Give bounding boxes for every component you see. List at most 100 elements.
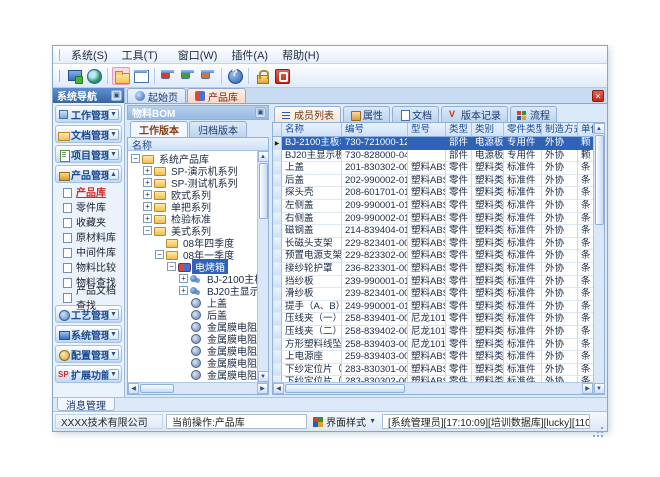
tree-vertical-scrollbar[interactable]: ▲ ▼: [257, 151, 268, 382]
table-row[interactable]: 左侧盖209-990001-01X塑料ABS零件塑料类标准件外协条: [273, 200, 593, 213]
sidebar-item-8[interactable]: 产品文档查找: [53, 290, 124, 303]
collapse-icon[interactable]: −: [131, 154, 140, 163]
folder-open-icon[interactable]: [112, 67, 130, 85]
table-row[interactable]: 接纱轮护罩236-823301-00X塑料ABS零件塑料类标准件外协条: [273, 263, 593, 276]
sidebar-item-6[interactable]: 物料比较: [53, 260, 124, 273]
tree-node[interactable]: 金属膜电阻器: [128, 380, 257, 382]
table-row[interactable]: 提手（A、B）249-990001-01X塑料ABS零件塑料类标准件外协条: [273, 301, 593, 314]
menu-grip[interactable]: [57, 49, 60, 61]
sidebar-item-4[interactable]: 原材料库: [53, 230, 124, 243]
column-header-3[interactable]: 型号: [408, 123, 446, 137]
table-row[interactable]: 下纱定位片（左）283-830301-00X塑料ABS零件塑料类标准件外协条: [273, 364, 593, 377]
bom-tab-1[interactable]: 工作版本: [130, 121, 188, 137]
sidebar-group-2[interactable]: 文档管理▼: [55, 125, 122, 143]
help-icon[interactable]: [226, 67, 244, 85]
chevron-down-icon[interactable]: ▼: [108, 369, 119, 380]
sidebar-item-2[interactable]: 零件库: [53, 200, 124, 213]
scroll-left-icon[interactable]: ◀: [128, 383, 139, 394]
tab-message-manager[interactable]: 消息管理: [57, 398, 115, 411]
tree-horizontal-scrollbar[interactable]: ◀ ▶: [128, 382, 268, 394]
scroll-up-icon[interactable]: ▲: [594, 123, 605, 134]
sidebar-group-1[interactable]: 工作管理▼: [55, 105, 122, 123]
bom-panel-menu-button[interactable]: ▣: [255, 107, 266, 118]
table-row[interactable]: 磁钢盖214-839404-01X塑料ABS零件塑料类标准件外协条: [273, 225, 593, 238]
grid-tab-2[interactable]: 属性: [343, 106, 390, 122]
sidebar-item-3[interactable]: 收藏夹: [53, 215, 124, 228]
menu-item-3[interactable]: 窗口(W): [171, 49, 225, 63]
sidebar-group-3[interactable]: 项目管理▼: [55, 145, 122, 163]
sidebar-menu-button[interactable]: ▣: [111, 90, 122, 101]
scroll-left-icon[interactable]: ◀: [273, 383, 284, 394]
column-header-5[interactable]: 类别: [472, 123, 504, 137]
table-row[interactable]: 探头壳208-601701-01X塑料ABS零件塑料类标准件外协条: [273, 187, 593, 200]
doc-tab-1[interactable]: 起始页: [127, 88, 186, 103]
table-row[interactable]: 预置电源支架229-823302-00X塑料ABS零件塑料类标准件外协条: [273, 250, 593, 263]
doc-tab-2[interactable]: 产品库: [187, 88, 246, 103]
monitor-icon[interactable]: [65, 67, 83, 85]
expand-icon[interactable]: +: [179, 274, 188, 283]
table-row[interactable]: 后盖202-990002-01X塑料ABS零件塑料类标准件外协条: [273, 175, 593, 188]
grid-tab-3[interactable]: 文档: [392, 106, 439, 122]
table-row[interactable]: BJ20主显示板730-828000-04X部件电源板专用件外协颗: [273, 150, 593, 163]
table-row[interactable]: 压线夹（一）258-839401-00X尼龙1010零件塑料类标准件外协条: [273, 313, 593, 326]
expand-icon[interactable]: +: [143, 166, 152, 175]
column-header-2[interactable]: 编号: [342, 123, 408, 137]
column-header-1[interactable]: 名称: [282, 123, 342, 137]
chevron-down-icon[interactable]: ▼: [108, 329, 119, 340]
grid-tab-5[interactable]: 流程: [510, 106, 557, 122]
close-document-icon[interactable]: ✕: [592, 90, 604, 102]
column-header-8[interactable]: 单位: [578, 123, 593, 137]
scroll-down-icon[interactable]: ▼: [594, 383, 605, 394]
grid-tab-1[interactable]: 成员列表: [274, 106, 341, 122]
scroll-up-icon[interactable]: ▲: [258, 151, 269, 162]
column-header-4[interactable]: 类型: [446, 123, 472, 137]
chevron-down-icon[interactable]: ▼: [108, 309, 119, 320]
chevron-down-icon[interactable]: ▼: [108, 349, 119, 360]
tree-node[interactable]: 上盖: [128, 296, 257, 308]
column-header-6[interactable]: 零件类型: [504, 123, 542, 137]
expand-icon[interactable]: +: [143, 214, 152, 223]
chevron-down-icon[interactable]: ▼: [108, 109, 119, 120]
window-power-icon[interactable]: [199, 67, 217, 85]
ui-style-dropdown[interactable]: 界面样式 ▼: [310, 414, 379, 430]
sidebar-item-5[interactable]: 中间件库: [53, 245, 124, 258]
sidebar-item-1[interactable]: 产品库: [53, 185, 124, 198]
window-close-icon[interactable]: [159, 67, 177, 85]
menu-item-2[interactable]: 工具(T): [115, 49, 165, 63]
table-row[interactable]: 压线夹（二）258-839402-00X尼龙1010零件塑料类标准件外协条: [273, 326, 593, 339]
table-row[interactable]: BJ-2100主板单点730-721000-12X部件电源板专用件外协颗: [273, 137, 593, 150]
collapse-icon[interactable]: −: [143, 226, 152, 235]
tree-node[interactable]: +BJ20主显示板: [128, 284, 257, 296]
menu-item-5[interactable]: 帮助(H): [275, 49, 326, 63]
windows-icon[interactable]: [132, 67, 150, 85]
menu-item-4[interactable]: 插件(A): [224, 49, 275, 63]
grid-vertical-scrollbar[interactable]: ▲ ▼: [593, 123, 604, 394]
toolbar-grip[interactable]: [57, 70, 60, 82]
table-row[interactable]: 滑纱板239-823401-00X塑料ABS零件塑料类标准件外协条: [273, 288, 593, 301]
scroll-right-icon[interactable]: ▶: [257, 383, 268, 394]
expand-icon[interactable]: +: [179, 286, 188, 295]
table-row[interactable]: 上盖201-830302-00X塑料ABS零件塑料类标准件外协条: [273, 162, 593, 175]
tree-hscroll-thumb[interactable]: [140, 384, 174, 393]
menu-item-1[interactable]: 系统(S): [64, 49, 115, 63]
grid-horizontal-scrollbar[interactable]: ◀ ▶: [273, 382, 593, 394]
window-refresh-icon[interactable]: [179, 67, 197, 85]
tree-column-header[interactable]: 名称: [128, 138, 268, 151]
chevron-down-icon[interactable]: ▼: [108, 149, 119, 160]
tree-vscroll-thumb[interactable]: [259, 163, 268, 219]
sidebar-group-8[interactable]: 扩展功能▼: [55, 365, 122, 383]
collapse-icon[interactable]: −: [167, 262, 176, 271]
collapse-icon[interactable]: −: [155, 250, 164, 259]
expand-icon[interactable]: +: [143, 190, 152, 199]
scroll-right-icon[interactable]: ▶: [582, 383, 593, 394]
sidebar-group-7[interactable]: 配置管理▼: [55, 345, 122, 363]
chevron-down-icon[interactable]: ▼: [108, 129, 119, 140]
lock-icon[interactable]: [253, 67, 271, 85]
sidebar-group-4[interactable]: 产品管理▲: [55, 165, 122, 183]
resize-grip[interactable]: [593, 419, 605, 431]
expand-icon[interactable]: +: [143, 202, 152, 211]
column-header-7[interactable]: 制造方式: [542, 123, 578, 137]
grid-tab-4[interactable]: 版本记录: [441, 106, 508, 122]
exit-icon[interactable]: [273, 67, 291, 85]
table-row[interactable]: 挡纱板239-990001-01X塑料ABS零件塑料类标准件外协条: [273, 276, 593, 289]
